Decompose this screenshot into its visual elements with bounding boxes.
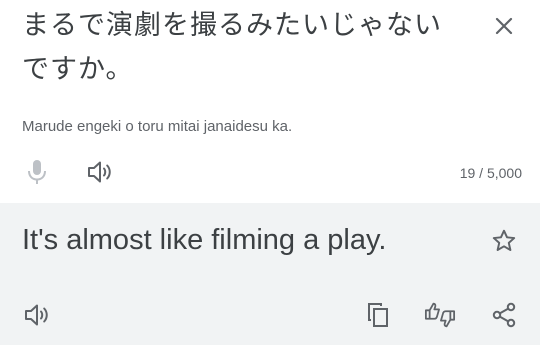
source-text[interactable]: まるで演劇を撮るみたいじゃないですか。	[22, 4, 452, 92]
share-icon	[492, 302, 516, 328]
copy-translation-button[interactable]	[362, 299, 394, 331]
listen-translation-button[interactable]	[21, 299, 53, 331]
listen-source-button[interactable]	[84, 156, 116, 188]
copy-icon	[368, 303, 388, 327]
source-panel: まるで演劇を撮るみたいじゃないですか。 Marude engeki o toru…	[0, 0, 540, 203]
romanization-text: Marude engeki o toru mitai janaidesu ka.	[22, 118, 293, 135]
translate-card: まるで演劇を撮るみたいじゃないですか。 Marude engeki o toru…	[0, 0, 540, 345]
share-translation-button[interactable]	[488, 299, 520, 331]
microphone-button[interactable]	[21, 156, 53, 188]
translation-panel: It's almost like filming a play.	[0, 203, 540, 345]
mic-icon	[28, 160, 46, 184]
translation-text: It's almost like filming a play.	[22, 224, 387, 256]
close-icon	[495, 17, 513, 35]
speaker-icon	[25, 304, 48, 326]
clear-button[interactable]	[488, 10, 520, 42]
rate-translation-button[interactable]	[424, 299, 456, 331]
save-translation-button[interactable]	[488, 225, 520, 257]
thumbs-up-down-icon	[424, 302, 456, 328]
character-count: 19 / 5,000	[459, 165, 522, 181]
speaker-icon	[88, 161, 111, 183]
star-icon	[492, 229, 516, 251]
